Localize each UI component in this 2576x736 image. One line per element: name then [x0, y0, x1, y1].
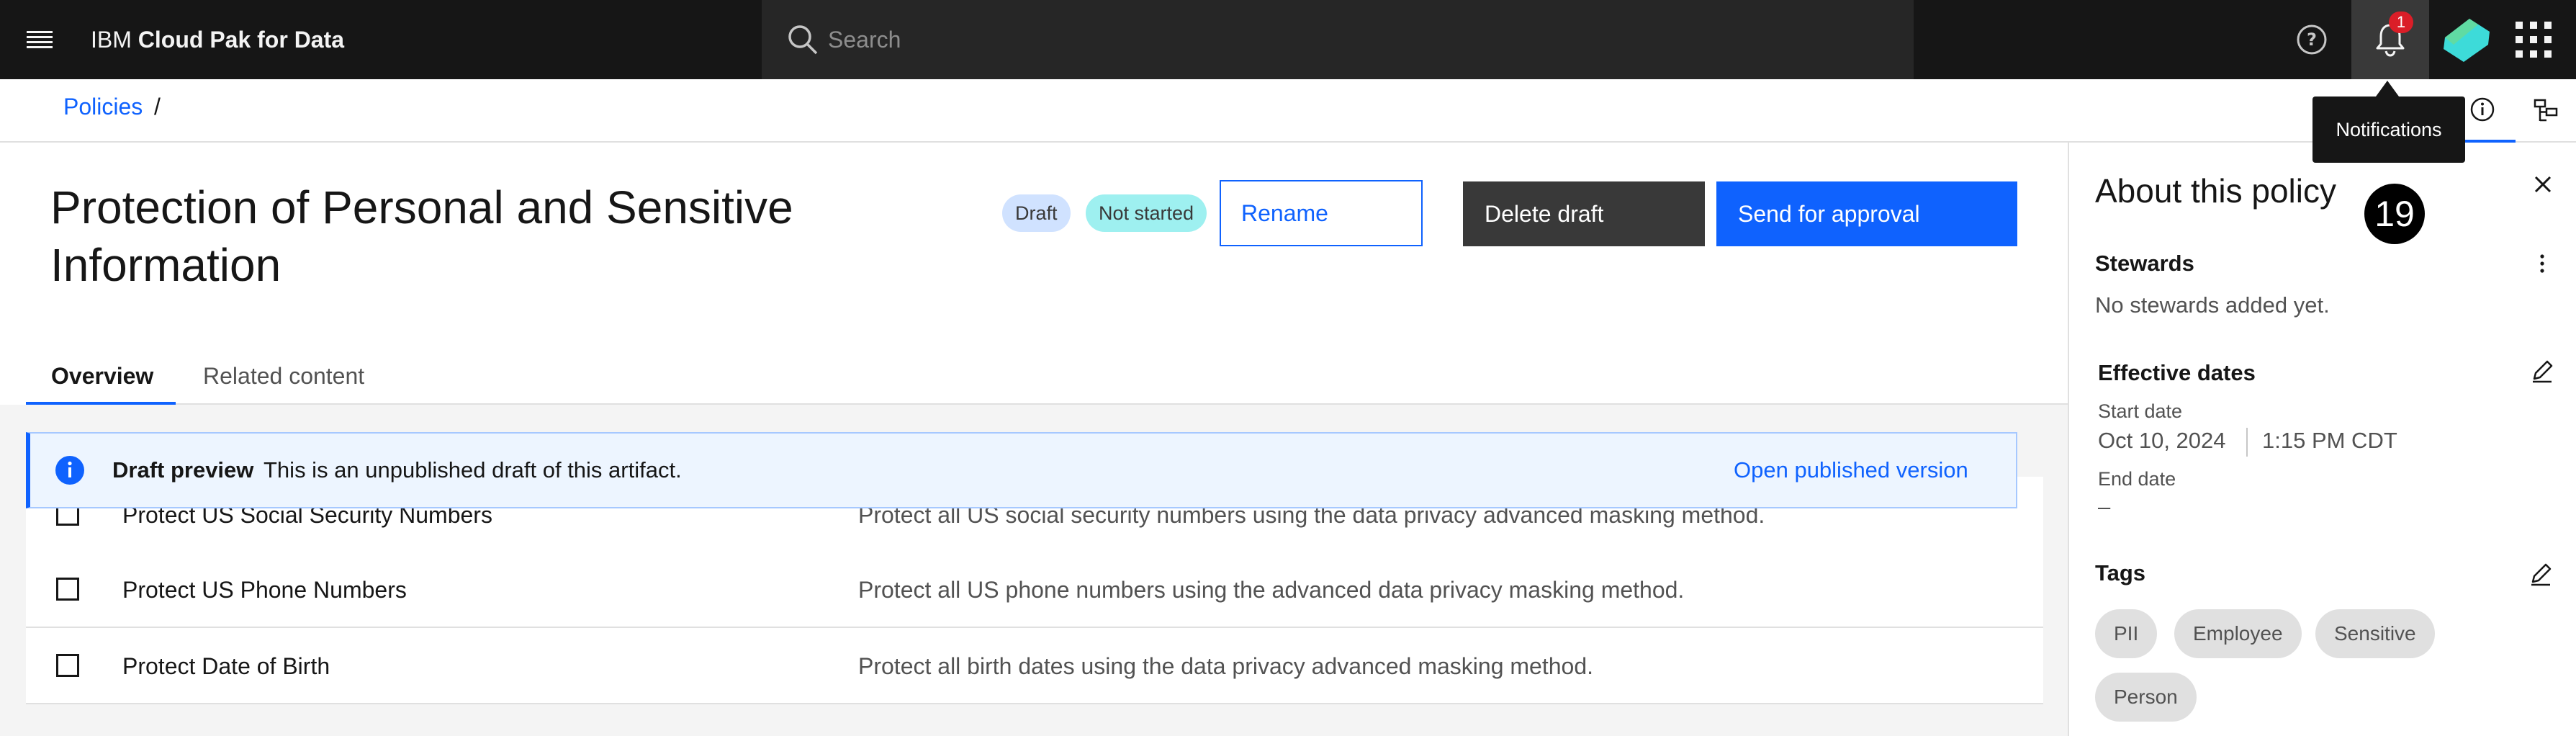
lineage-panel-toggle[interactable] — [2516, 79, 2576, 143]
page-title: Protection of Personal and Sensitive Inf… — [50, 181, 793, 291]
close-icon[interactable] — [2527, 169, 2559, 200]
info-icon — [2470, 97, 2495, 122]
rule-name[interactable]: Protect Date of Birth — [122, 628, 330, 704]
brand-product: Cloud Pak for Data — [138, 27, 345, 53]
breadcrumb-link-policies[interactable]: Policies — [63, 94, 143, 120]
notification-text: This is an unpublished draft of this art… — [264, 457, 682, 483]
table-row[interactable]: Protect US Phone Numbers Protect all US … — [26, 552, 2043, 628]
breadcrumb — [0, 79, 2576, 143]
search-icon — [788, 25, 818, 55]
rule-name[interactable]: Protect US Phone Numbers — [122, 552, 407, 628]
app-switcher-icon[interactable] — [2516, 22, 2552, 58]
svg-text:?: ? — [2307, 30, 2317, 50]
delete-draft-button[interactable]: Delete draft — [1463, 181, 1705, 246]
brand-prefix: IBM — [91, 27, 132, 53]
notifications-tooltip: Notifications — [2312, 97, 2465, 163]
step-number-badge: 19 — [2364, 184, 2425, 244]
tag-chip: Sensitive — [2315, 609, 2435, 658]
tags-heading: Tags — [2095, 560, 2146, 585]
end-date-label: End date — [2098, 468, 2176, 490]
table-row[interactable]: Protect Date of Birth Protect all birth … — [26, 628, 2043, 704]
breadcrumb-separator: / — [154, 94, 161, 120]
tooltip-caret — [2376, 81, 2399, 97]
menu-icon — [27, 31, 53, 48]
search-input[interactable] — [828, 22, 1893, 58]
end-date-value: – — [2098, 494, 2111, 519]
stewards-empty-message: No stewards added yet. — [2095, 292, 2330, 318]
tag-chip: Person — [2095, 673, 2197, 722]
edit-icon[interactable] — [2528, 357, 2556, 385]
lineage-icon — [2534, 99, 2558, 122]
rule-description: Protect all US phone numbers using the a… — [858, 577, 1685, 603]
product-name[interactable]: IBM Cloud Pak for Data — [91, 0, 344, 79]
notification-count-badge: 1 — [2389, 12, 2413, 33]
start-date-value: Oct 10, 2024 — [2098, 428, 2226, 453]
rule-description: Protect all birth dates using the data p… — [858, 653, 1594, 679]
help-icon: ? — [2297, 24, 2327, 55]
stewards-heading: Stewards — [2095, 251, 2194, 276]
rename-button[interactable]: Rename — [1220, 180, 1423, 246]
tag-chip: Employee — [2174, 609, 2302, 658]
avatar[interactable] — [2441, 16, 2492, 63]
open-published-version-link[interactable]: Open published version — [1734, 432, 1968, 508]
overflow-menu-icon[interactable] — [2530, 249, 2554, 278]
date-divider — [2246, 428, 2248, 457]
start-time-value: 1:15 PM CDT — [2262, 428, 2397, 453]
help-button[interactable]: ? — [2289, 17, 2334, 62]
status-tag: Not started — [1086, 194, 1207, 232]
start-date-label: Start date — [2098, 400, 2183, 422]
draft-tag: Draft — [1002, 194, 1071, 232]
send-for-approval-button[interactable]: Send for approval — [1716, 181, 2017, 246]
effective-dates-heading: Effective dates — [2098, 360, 2256, 385]
tab-related-content[interactable]: Related content — [177, 354, 393, 405]
tag-chip: PII — [2095, 609, 2158, 658]
menu-button[interactable] — [0, 0, 79, 79]
panel-title: About this policy — [2095, 172, 2336, 210]
row-checkbox[interactable] — [56, 654, 79, 677]
notifications-button[interactable] — [2351, 0, 2429, 79]
info-filled-icon — [55, 456, 84, 485]
row-checkbox[interactable] — [56, 578, 79, 601]
notification-title: Draft preview — [112, 457, 254, 483]
edit-icon[interactable] — [2527, 560, 2554, 588]
tab-overview[interactable]: Overview — [26, 354, 176, 405]
